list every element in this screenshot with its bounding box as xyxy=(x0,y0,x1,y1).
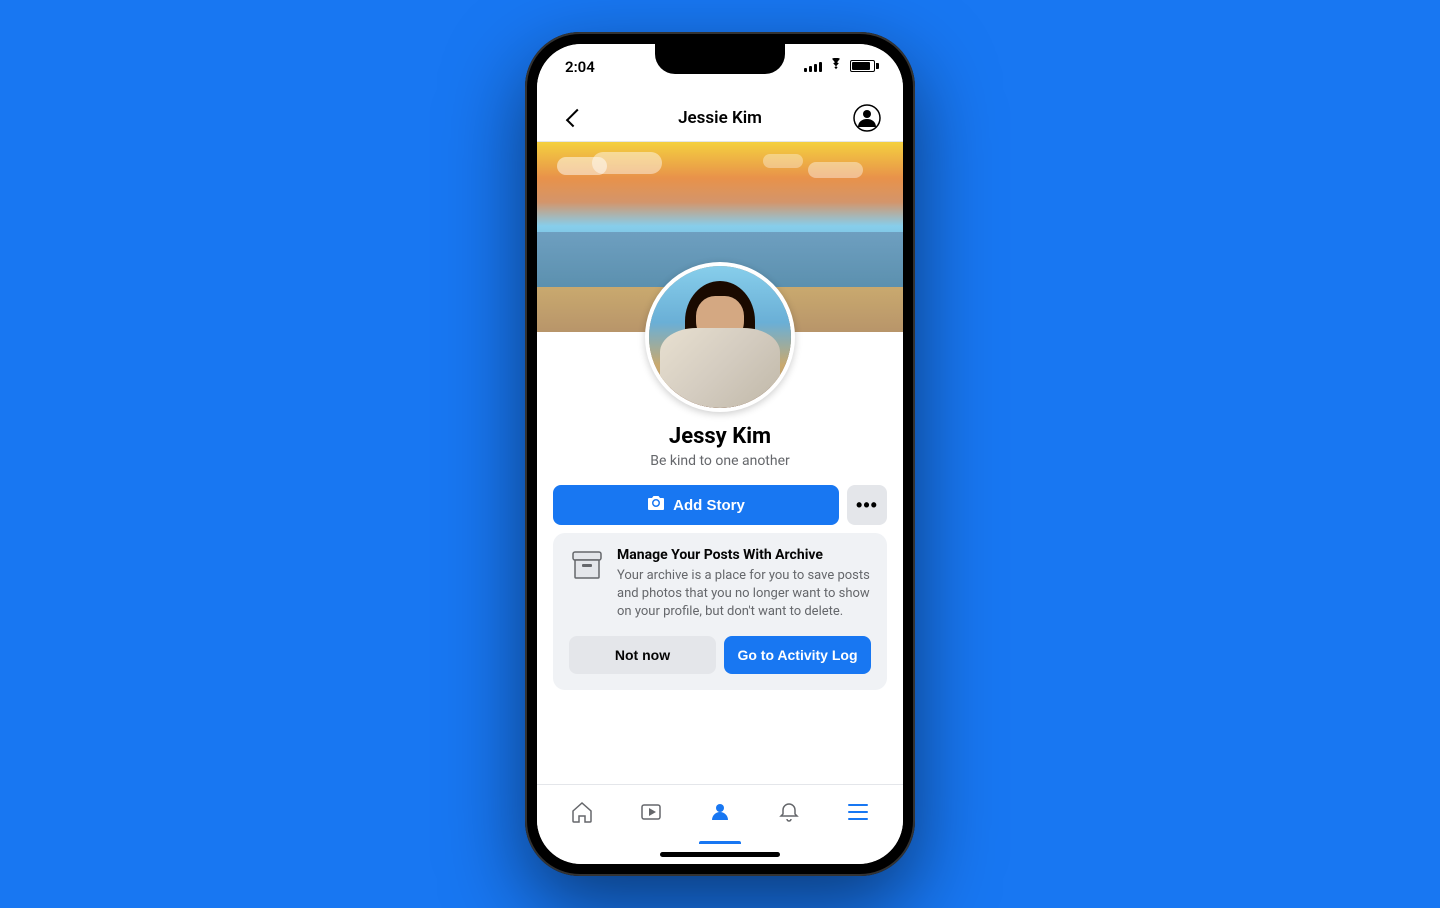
app-header: Jessie Kim xyxy=(537,94,903,142)
bell-icon xyxy=(777,800,801,830)
back-button[interactable] xyxy=(557,102,589,134)
avatar xyxy=(645,262,795,412)
status-icons xyxy=(804,58,875,73)
profile-nav-icon xyxy=(708,800,732,830)
home-indicator-bar xyxy=(660,852,780,857)
home-indicator xyxy=(537,844,903,864)
phone-frame: 2:04 xyxy=(525,32,915,876)
battery-icon xyxy=(850,60,875,72)
watch-icon xyxy=(639,800,663,830)
archive-banner: Manage Your Posts With Archive Your arch… xyxy=(553,533,887,690)
nav-item-watch[interactable] xyxy=(616,785,685,844)
not-now-button[interactable]: Not now xyxy=(569,636,716,674)
activity-log-button[interactable]: Go to Activity Log xyxy=(724,636,871,674)
archive-icon xyxy=(569,547,605,583)
phone-screen: 2:04 xyxy=(537,44,903,864)
avatar-container xyxy=(645,262,795,412)
nav-item-notifications[interactable] xyxy=(755,785,824,844)
nav-item-menu[interactable] xyxy=(824,785,893,844)
nav-item-home[interactable] xyxy=(547,785,616,844)
home-icon xyxy=(570,800,594,830)
profile-section: Jessy Kim Be kind to one another Add Sto… xyxy=(537,332,903,722)
archive-text: Manage Your Posts With Archive Your arch… xyxy=(617,547,871,622)
add-story-button[interactable]: Add Story xyxy=(553,485,839,525)
profile-bio: Be kind to one another xyxy=(650,453,790,469)
profile-name: Jessy Kim xyxy=(669,424,771,449)
notch xyxy=(655,44,785,74)
nav-item-profile[interactable] xyxy=(685,785,754,844)
menu-icon xyxy=(846,802,870,828)
wifi-icon xyxy=(828,58,844,73)
add-story-label: Add Story xyxy=(673,497,745,514)
more-dots-icon: ••• xyxy=(856,495,878,516)
signal-icon xyxy=(804,60,822,72)
archive-actions: Not now Go to Activity Log xyxy=(569,636,871,674)
camera-icon xyxy=(647,495,665,516)
action-buttons: Add Story ••• xyxy=(537,485,903,525)
bottom-nav xyxy=(537,784,903,844)
profile-settings-button[interactable] xyxy=(851,102,883,134)
header-title: Jessie Kim xyxy=(678,108,762,128)
screen-content[interactable]: Jessy Kim Be kind to one another Add Sto… xyxy=(537,142,903,784)
status-time: 2:04 xyxy=(565,58,595,76)
archive-description: Your archive is a place for you to save … xyxy=(617,567,871,622)
more-button[interactable]: ••• xyxy=(847,485,887,525)
archive-title: Manage Your Posts With Archive xyxy=(617,547,871,563)
